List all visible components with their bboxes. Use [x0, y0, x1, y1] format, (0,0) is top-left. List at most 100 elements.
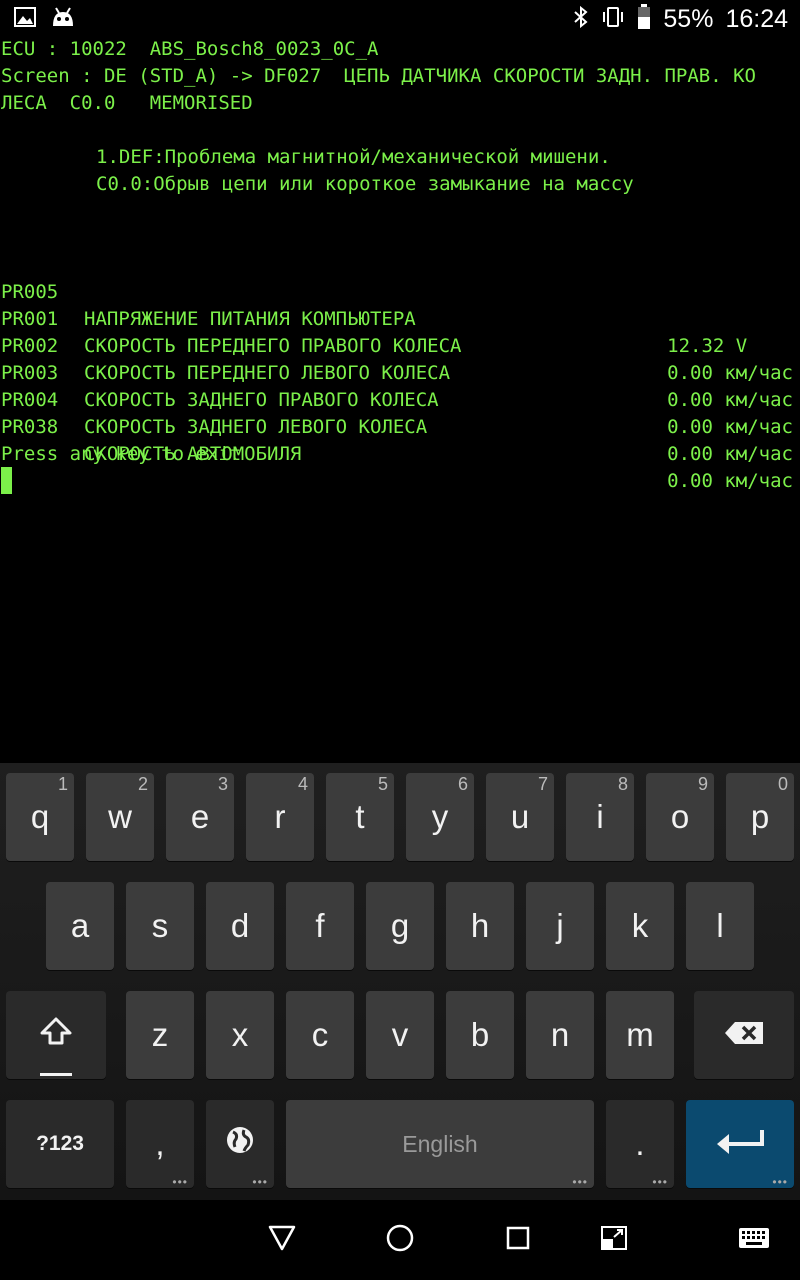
enter-key[interactable]: ••• — [686, 1100, 794, 1188]
key-hint: 9 — [697, 774, 708, 794]
terminal-cursor[interactable] — [1, 467, 12, 494]
key-hint: 4 — [297, 774, 308, 794]
parameter-value: 0.00 км/час — [667, 416, 793, 438]
parameter-row: PR002 СКОРОСТЬ ПЕРЕДНЕГО ЛЕВОГО КОЛЕСА 0… — [1, 306, 793, 411]
key-s[interactable]: s — [126, 882, 194, 970]
parameter-name: СКОРОСТЬ ЗАДНЕГО ЛЕВОГО КОЛЕСА — [84, 416, 428, 438]
key-h[interactable]: h — [446, 882, 514, 970]
key-label: . — [635, 1125, 645, 1162]
key-l[interactable]: l — [686, 882, 754, 970]
comma-key[interactable]: , ••• — [126, 1100, 194, 1188]
ecu-line: ECU : 10022 ABS_Bosch8_0023_0C_A — [1, 38, 379, 60]
more-dots: ••• — [572, 1175, 588, 1189]
more-dots: ••• — [252, 1175, 268, 1189]
home-button[interactable] — [370, 1200, 430, 1280]
space-key[interactable]: English ••• — [286, 1100, 594, 1188]
parameter-row: PR001 СКОРОСТЬ ПЕРЕДНЕГО ПРАВОГО КОЛЕСА … — [1, 279, 793, 384]
more-dots: ••• — [652, 1175, 668, 1189]
key-label: t — [355, 798, 365, 835]
key-label: r — [274, 798, 286, 835]
key-r[interactable]: r4 — [246, 773, 314, 861]
key-label: i — [596, 798, 604, 835]
key-c[interactable]: c — [286, 991, 354, 1079]
key-z[interactable]: z — [126, 991, 194, 1079]
recents-icon — [505, 1225, 531, 1255]
parameter-row: PR038 СКОРОСТЬ АВТОМОБИЛЯ 0.00 км/час — [1, 387, 793, 492]
key-i[interactable]: i8 — [566, 773, 634, 861]
backspace-icon — [723, 1016, 765, 1054]
key-label: p — [750, 798, 770, 835]
shift-indicator — [40, 1073, 72, 1076]
key-label: w — [108, 798, 132, 835]
more-dots: ••• — [772, 1175, 788, 1189]
key-v[interactable]: v — [366, 991, 434, 1079]
key-f[interactable]: f — [286, 882, 354, 970]
key-w[interactable]: w2 — [86, 773, 154, 861]
parameter-value: 0.00 км/час — [667, 443, 793, 465]
period-key[interactable]: . ••• — [606, 1100, 674, 1188]
key-label: u — [510, 798, 530, 835]
key-y[interactable]: y6 — [406, 773, 474, 861]
key-label: , — [155, 1125, 165, 1162]
keyboard-switch-icon — [738, 1227, 770, 1253]
parameter-row: PR004 СКОРОСТЬ ЗАДНЕГО ЛЕВОГО КОЛЕСА 0.0… — [1, 360, 793, 465]
key-label: y — [431, 798, 449, 835]
battery-icon — [637, 3, 651, 35]
image-icon — [14, 6, 36, 32]
shift-key[interactable] — [6, 991, 106, 1079]
screen-resize-button[interactable] — [584, 1200, 644, 1280]
android-icon — [50, 6, 76, 33]
vibrate-icon — [601, 5, 625, 34]
key-hint: 7 — [537, 774, 548, 794]
parameter-code: PR038 — [1, 416, 59, 438]
status-bar: 55% 16:24 — [0, 0, 800, 38]
key-e[interactable]: e3 — [166, 773, 234, 861]
key-hint: 2 — [137, 774, 148, 794]
key-n[interactable]: n — [526, 991, 594, 1079]
back-button[interactable] — [252, 1200, 312, 1280]
battery-percent: 55% — [663, 4, 714, 33]
recents-button[interactable] — [488, 1200, 548, 1280]
key-b[interactable]: b — [446, 991, 514, 1079]
key-hint: 1 — [57, 774, 68, 794]
exit-prompt: Press any key to exit — [1, 443, 242, 465]
key-q[interactable]: q1 — [6, 773, 74, 861]
clock: 16:24 — [725, 4, 788, 33]
key-label: e — [190, 798, 210, 835]
key-label: o — [670, 798, 690, 835]
soft-keyboard: q1 w2 e3 r4 t5 y6 u7 i8 o9 p0 a s d f g … — [0, 763, 800, 1200]
key-t[interactable]: t5 — [326, 773, 394, 861]
key-a[interactable]: a — [46, 882, 114, 970]
key-m[interactable]: m — [606, 991, 674, 1079]
key-hint: 3 — [217, 774, 228, 794]
key-d[interactable]: d — [206, 882, 274, 970]
language-key[interactable]: ••• — [206, 1100, 274, 1188]
key-o[interactable]: o9 — [646, 773, 714, 861]
key-hint: 5 — [377, 774, 388, 794]
parameter-row: PR003 СКОРОСТЬ ЗАДНЕГО ПРАВОГО КОЛЕСА 0.… — [1, 333, 793, 438]
key-g[interactable]: g — [366, 882, 434, 970]
home-icon — [385, 1223, 415, 1257]
space-label: English — [402, 1130, 478, 1157]
key-j[interactable]: j — [526, 882, 594, 970]
fault-code-description: C0.0:Обрыв цепи или короткое замыкание н… — [96, 173, 634, 195]
parameter-value: 0.00 км/час — [667, 470, 793, 492]
fault-definition: 1.DEF:Проблема магнитной/механической ми… — [96, 146, 611, 168]
key-label: q — [30, 798, 50, 835]
key-hint: 8 — [617, 774, 628, 794]
key-u[interactable]: u7 — [486, 773, 554, 861]
bluetooth-icon — [573, 5, 589, 34]
symbols-key[interactable]: ?123 — [6, 1100, 114, 1188]
key-hint: 6 — [457, 774, 468, 794]
backspace-key[interactable] — [694, 991, 794, 1079]
shift-icon — [39, 1016, 73, 1054]
parameter-row: PR005 НАПРЯЖЕНИЕ ПИТАНИЯ КОМПЬЮТЕРА 12.3… — [1, 252, 793, 357]
screen-line: Screen : DE (STD_A) -> DF027 ЦЕПЬ ДАТЧИК… — [1, 65, 756, 87]
globe-icon — [224, 1124, 256, 1164]
keyboard-switch-button[interactable] — [724, 1200, 784, 1280]
key-x[interactable]: x — [206, 991, 274, 1079]
navigation-bar — [0, 1200, 800, 1280]
back-icon — [268, 1225, 296, 1255]
key-p[interactable]: p0 — [726, 773, 794, 861]
key-k[interactable]: k — [606, 882, 674, 970]
